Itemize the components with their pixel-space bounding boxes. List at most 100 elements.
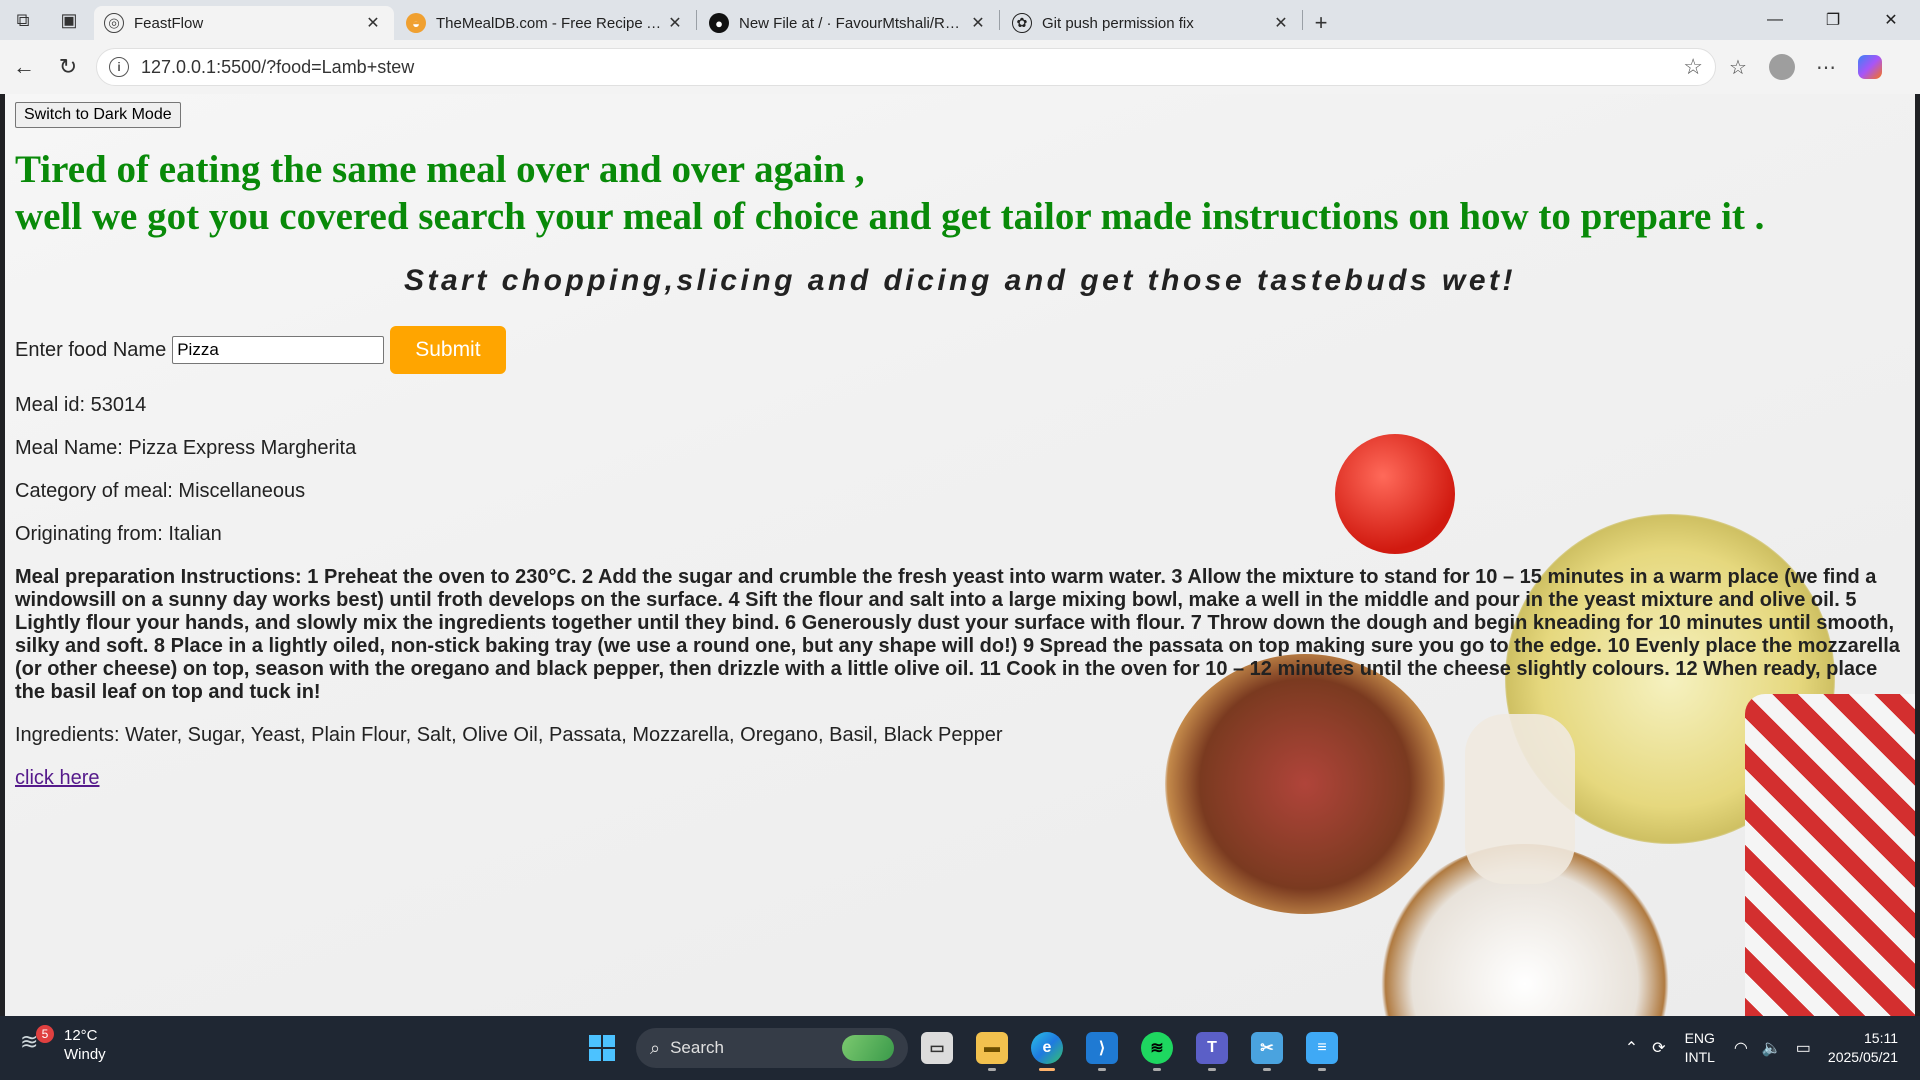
new-tab-icon[interactable]: +: [1303, 6, 1339, 40]
meal-ingredients: Ingredients: Water, Sugar, Yeast, Plain …: [15, 724, 1003, 746]
food-name-input[interactable]: [172, 336, 385, 364]
minimize-icon[interactable]: —: [1746, 0, 1804, 40]
edge-icon: e: [1031, 1032, 1063, 1064]
task-view-app[interactable]: ▭: [911, 1024, 963, 1072]
notepad-app[interactable]: ≡: [1296, 1024, 1348, 1072]
sync-icon[interactable]: ⟳: [1652, 1038, 1665, 1058]
close-tab-icon[interactable]: ✕: [967, 12, 989, 34]
headline-line-2: well we got you covered search your meal…: [15, 195, 1765, 238]
notepad-icon: ≡: [1306, 1032, 1338, 1064]
clock-date: 2025/05/21: [1827, 1049, 1898, 1065]
weather-widget[interactable]: ≋ 5 12°C Windy: [20, 1025, 106, 1064]
tab-title: Git push permission fix: [1042, 14, 1194, 32]
reload-icon[interactable]: ↻: [48, 47, 88, 87]
weather-text: 12°C Windy: [64, 1026, 106, 1064]
start-button[interactable]: [580, 1026, 624, 1070]
tab-themealdb[interactable]: ◒ TheMealDB.com - Free Recipe API ✕: [396, 6, 696, 40]
window-controls: — ❐ ✕: [1746, 0, 1920, 40]
close-tab-icon[interactable]: ✕: [664, 12, 686, 34]
tab-divider: [999, 10, 1000, 30]
restore-icon[interactable]: ❐: [1804, 0, 1862, 40]
running-indicator: [1318, 1068, 1326, 1071]
vscode-icon: ⟩: [1086, 1032, 1118, 1064]
clock[interactable]: 15:11 2025/05/21: [1828, 1029, 1898, 1067]
running-indicator: [1208, 1068, 1216, 1071]
running-indicator: [988, 1068, 996, 1071]
tab-feastflow[interactable]: ◎ FeastFlow ✕: [94, 6, 394, 40]
windows-taskbar: ≋ 5 12°C Windy ⌕ Search ▭ ▬ e ⟩ ≋ T ✂ ≡ …: [0, 1016, 1920, 1080]
close-tab-icon[interactable]: ✕: [1270, 12, 1292, 34]
folder-icon: ▬: [976, 1032, 1008, 1064]
snipping-tool-icon: ✂: [1251, 1032, 1283, 1064]
clock-time: 15:11: [1864, 1030, 1898, 1046]
weather-description: Windy: [64, 1046, 106, 1063]
tab-actions-icon[interactable]: ▣: [46, 0, 92, 40]
globe-icon: ◎: [104, 13, 124, 33]
input-language[interactable]: ENG INTL: [1685, 1029, 1715, 1067]
tab-title: New File at / · FavourMtshali/Recipe: [739, 14, 967, 32]
food-name-label: Enter food Name: [15, 338, 167, 361]
weather-temperature: 12°C: [64, 1027, 98, 1044]
file-explorer-app[interactable]: ▬: [966, 1024, 1018, 1072]
taskbar-search[interactable]: ⌕ Search: [636, 1028, 908, 1068]
search-highlight-image: [842, 1035, 894, 1061]
browser-tab-bar: ⧉ ▣ ◎ FeastFlow ✕ ◒ TheMealDB.com - Free…: [0, 0, 1920, 40]
dark-mode-toggle-button[interactable]: Switch to Dark Mode: [15, 102, 181, 128]
copilot-icon[interactable]: [1848, 47, 1892, 87]
meal-category: Category of meal: Miscellaneous: [15, 480, 306, 502]
food-search-form: Enter food Name Submit: [15, 326, 1905, 374]
meal-id: Meal id: 53014: [15, 394, 147, 416]
meal-origin: Originating from: Italian: [15, 523, 222, 545]
running-indicator: [1153, 1068, 1161, 1071]
notification-badge: 5: [36, 1025, 54, 1043]
keyboard-layout: INTL: [1684, 1049, 1715, 1065]
spotify-app[interactable]: ≋: [1131, 1024, 1183, 1072]
language-code: ENG: [1684, 1030, 1715, 1046]
tab-chatgpt[interactable]: ✿ Git push permission fix ✕: [1002, 6, 1302, 40]
workspaces-icon[interactable]: ⧉: [0, 0, 46, 40]
spotify-icon: ≋: [1141, 1032, 1173, 1064]
running-indicator: [1263, 1068, 1271, 1071]
tab-github[interactable]: ● New File at / · FavourMtshali/Recipe ✕: [699, 6, 999, 40]
submit-button[interactable]: Submit: [390, 326, 506, 374]
running-indicator: [1098, 1068, 1106, 1071]
vscode-app[interactable]: ⟩: [1076, 1024, 1128, 1072]
teams-app[interactable]: T: [1186, 1024, 1238, 1072]
tab-title: TheMealDB.com - Free Recipe API: [436, 14, 664, 32]
profile-avatar[interactable]: [1760, 47, 1804, 87]
favorites-icon[interactable]: ☆: [1716, 47, 1760, 87]
search-icon: ⌕: [650, 1037, 661, 1058]
edge-app[interactable]: e: [1021, 1024, 1073, 1072]
task-view-icon: ▭: [921, 1032, 953, 1064]
recipe-link[interactable]: click here: [15, 767, 99, 790]
windows-logo-icon: [589, 1035, 615, 1061]
chatgpt-icon: ✿: [1012, 13, 1032, 33]
meal-instructions: Meal preparation Instructions: 1 Preheat…: [15, 566, 1900, 703]
battery-icon[interactable]: ▭: [1796, 1038, 1811, 1058]
page-headline: Tired of eating the same meal over and o…: [15, 146, 1905, 240]
teams-icon: T: [1196, 1032, 1228, 1064]
system-tray: ⌃ ⟳ ENG INTL ◠ 🔈 ▭ 15:11 2025/05/21: [1618, 1016, 1920, 1080]
running-indicator: [1039, 1068, 1055, 1071]
close-window-icon[interactable]: ✕: [1862, 0, 1920, 40]
github-icon: ●: [709, 13, 729, 33]
volume-icon[interactable]: 🔈: [1762, 1038, 1782, 1058]
tab-title: FeastFlow: [134, 14, 204, 32]
meal-name: Meal Name: Pizza Express Margherita: [15, 437, 357, 459]
back-icon[interactable]: ←: [4, 47, 44, 87]
wifi-icon[interactable]: ◠: [1734, 1038, 1748, 1058]
favorite-star-icon[interactable]: ☆: [1683, 54, 1703, 80]
browser-toolbar: ← ↻ i 127.0.0.1:5500/?food=Lamb+stew ☆ ☆…: [0, 40, 1920, 94]
url-text: 127.0.0.1:5500/?food=Lamb+stew: [141, 56, 415, 77]
main-content: Switch to Dark Mode Tired of eating the …: [5, 94, 1915, 798]
tab-divider: [696, 10, 697, 30]
snipping-tool-app[interactable]: ✂: [1241, 1024, 1293, 1072]
site-info-icon[interactable]: i: [109, 57, 129, 77]
wind-icon: ≋ 5: [20, 1025, 54, 1061]
headline-line-1: Tired of eating the same meal over and o…: [15, 148, 865, 191]
chevron-up-icon[interactable]: ⌃: [1625, 1038, 1638, 1058]
meal-icon: ◒: [406, 13, 426, 33]
more-menu-icon[interactable]: ⋯: [1804, 47, 1848, 87]
address-bar[interactable]: i 127.0.0.1:5500/?food=Lamb+stew ☆: [96, 48, 1716, 86]
close-tab-icon[interactable]: ✕: [362, 12, 384, 34]
